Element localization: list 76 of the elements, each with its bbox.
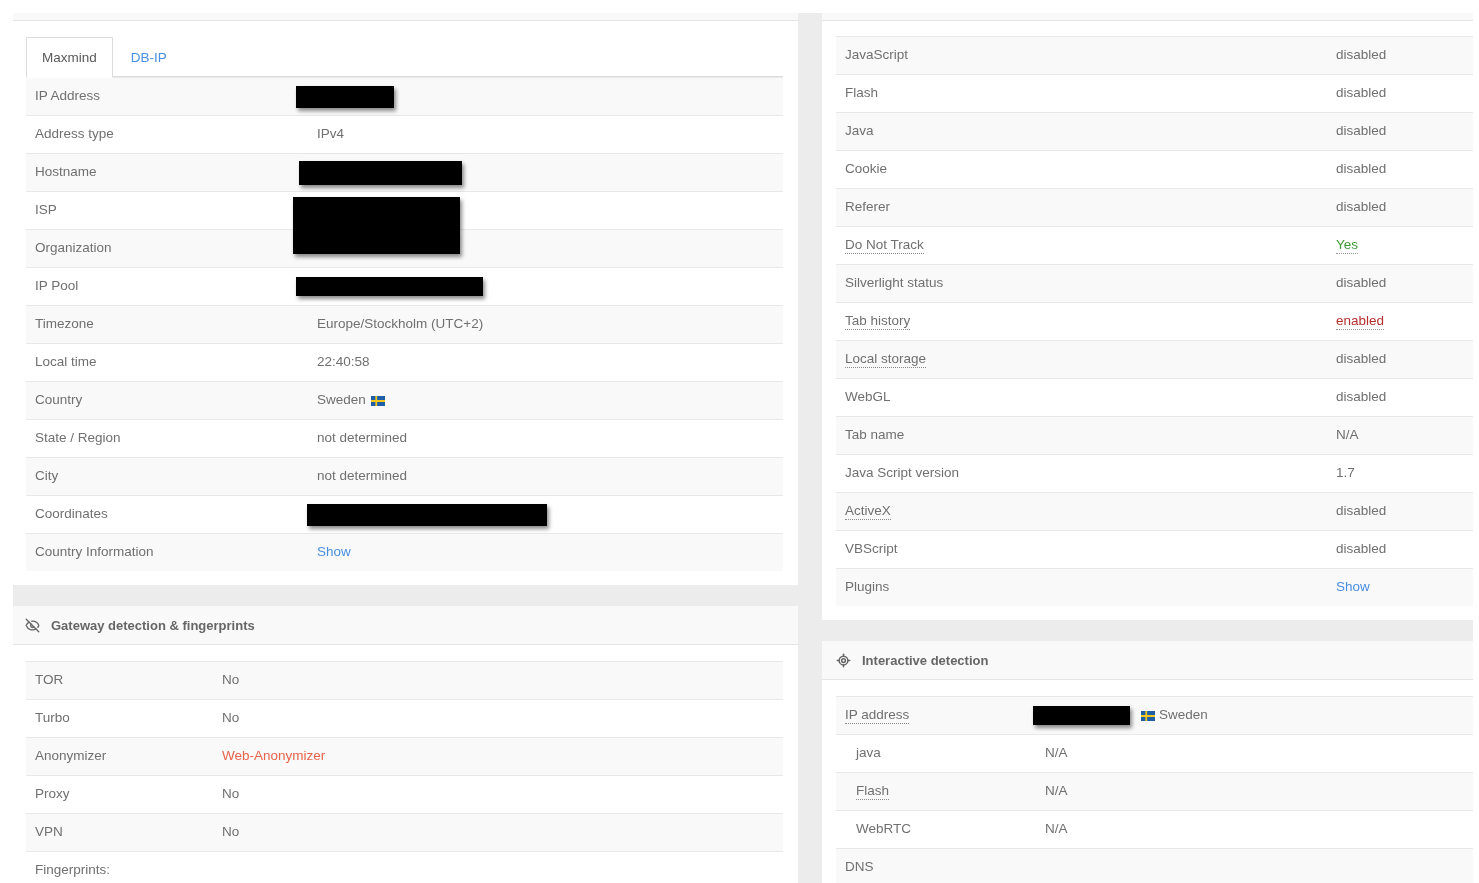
field-label: City [35, 468, 59, 485]
field-label: java [856, 745, 881, 762]
field-label: Java Script version [845, 465, 960, 482]
field-value: disabled [1336, 85, 1387, 102]
field-label: Fingerprints: [35, 862, 111, 879]
field-label: IP Pool [35, 278, 79, 295]
field-label: IP address [845, 707, 910, 724]
field-label: Country Information [35, 544, 154, 561]
field-value: N/A [1045, 783, 1068, 800]
eye-slash-icon [25, 617, 40, 633]
field-label: JavaScript [845, 47, 909, 64]
field-label: Silverlight status [845, 275, 944, 292]
field-label: Java [845, 123, 874, 140]
field-value: disabled [1336, 389, 1387, 406]
field-label: VPN [35, 824, 63, 841]
field-value: not determined [317, 468, 408, 485]
field-value: Sweden [1159, 707, 1208, 724]
field-value: disabled [1336, 541, 1387, 558]
field-value: 1.7 [1336, 465, 1355, 482]
field-value: No [222, 786, 240, 803]
tab[interactable]: Maxmind [26, 37, 113, 78]
field-value: N/A [1045, 745, 1068, 762]
field-label: Local time [35, 354, 97, 371]
field-label: Referer [845, 199, 890, 216]
show-link[interactable]: Show [1336, 579, 1370, 596]
field-label: Tab name [845, 427, 905, 444]
field-value: disabled [1336, 351, 1387, 368]
field-value: N/A [1045, 821, 1068, 838]
field-label: Address type [35, 126, 114, 143]
field-value: disabled [1336, 503, 1387, 520]
field-value: No [222, 672, 240, 689]
field-label: Flash [856, 783, 889, 800]
field-value: Europe/Stockholm (UTC+2) [317, 316, 484, 333]
field-label: Proxy [35, 786, 70, 803]
field-label: IP Address [35, 88, 101, 105]
field-label: VBScript [845, 541, 898, 558]
field-value: disabled [1336, 161, 1387, 178]
field-label: TOR [35, 672, 64, 689]
field-label: DNS [845, 859, 874, 876]
field-value: not determined [317, 430, 408, 447]
field-value: IPv4 [317, 126, 344, 143]
field-label: Country [35, 392, 83, 409]
crosshair-icon [836, 652, 851, 668]
panel-title: Interactive detection [862, 652, 989, 668]
field-label: Timezone [35, 316, 94, 333]
field-label: Coordinates [35, 506, 108, 523]
field-value: No [222, 824, 240, 841]
field-label: State / Region [35, 430, 121, 447]
field-value: disabled [1336, 47, 1387, 64]
field-value: Yes [1336, 237, 1359, 254]
field-value: disabled [1336, 275, 1387, 292]
field-value: No [222, 710, 240, 727]
field-label: Hostname [35, 164, 97, 181]
field-label: WebRTC [856, 821, 911, 838]
field-value: enabled [1336, 313, 1385, 330]
panel-title: Gateway detection & fingerprints [51, 617, 255, 633]
show-link[interactable]: Show [317, 544, 351, 561]
field-label: Local storage [845, 351, 927, 368]
field-value: disabled [1336, 199, 1387, 216]
tab[interactable]: DB-IP [114, 37, 183, 78]
field-label: Organization [35, 240, 112, 257]
field-label: Turbo [35, 710, 70, 727]
field-label: Tab history [845, 313, 911, 330]
field-label: ISP [35, 202, 57, 219]
field-label: Plugins [845, 579, 890, 596]
field-label: Do Not Track [845, 237, 924, 254]
field-value: disabled [1336, 123, 1387, 140]
field-value: N/A [1336, 427, 1359, 444]
field-label: WebGL [845, 389, 891, 406]
field-label: Flash [845, 85, 878, 102]
field-value: Sweden [317, 392, 366, 409]
field-value: 22:40:58 [317, 354, 370, 371]
field-label: ActiveX [845, 503, 891, 520]
field-label: Anonymizer [35, 748, 107, 765]
field-value: Web-Anonymizer [222, 748, 326, 765]
field-label: Cookie [845, 161, 888, 178]
